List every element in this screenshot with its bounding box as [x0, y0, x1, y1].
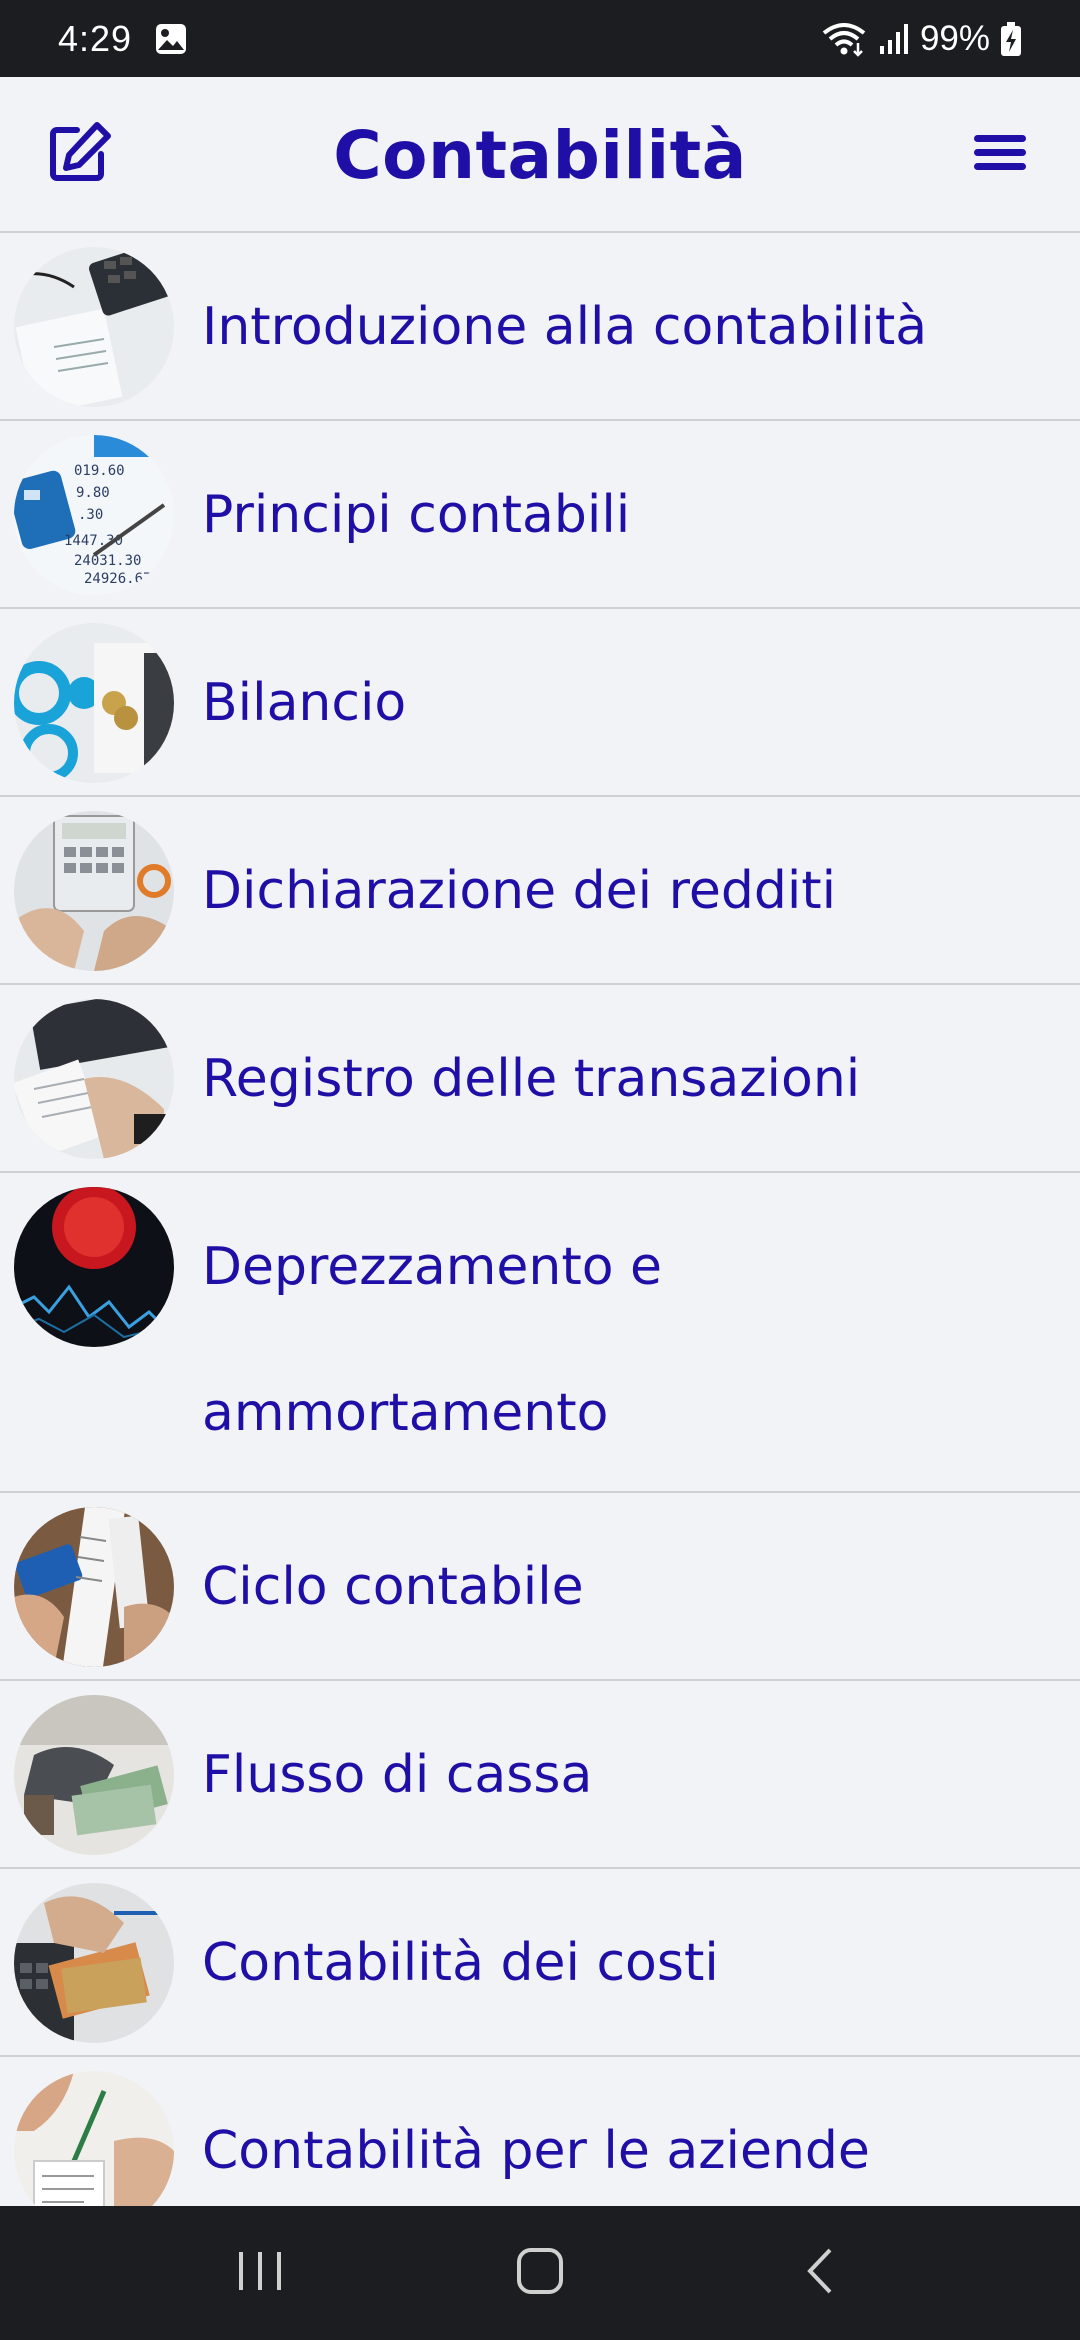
- list-item[interactable]: Deprezzamento e ammortamento: [0, 1173, 1080, 1493]
- home-button[interactable]: [480, 2223, 600, 2323]
- signal-icon: [878, 22, 910, 56]
- topic-label: Principi contabili: [202, 485, 631, 545]
- gallery-icon: [154, 22, 188, 56]
- topic-thumbnail: [14, 811, 174, 971]
- menu-button[interactable]: [940, 77, 1060, 233]
- list-item[interactable]: Dichiarazione dei redditi: [0, 797, 1080, 985]
- topic-label: Registro delle transazioni: [202, 1049, 861, 1109]
- topic-label: Deprezzamento e ammortamento: [202, 1237, 663, 1443]
- svg-text:019.60: 019.60: [74, 463, 125, 479]
- list-item[interactable]: Registro delle transazioni: [0, 985, 1080, 1173]
- topic-thumbnail: [14, 1187, 174, 1347]
- list-item[interactable]: Introduzione alla contabilità: [0, 233, 1080, 421]
- topic-thumbnail: [14, 623, 174, 783]
- menu-icon: [972, 131, 1028, 179]
- edit-icon: [47, 120, 113, 190]
- topic-label: Ciclo contabile: [202, 1557, 584, 1617]
- page-title: Contabilità: [333, 116, 747, 194]
- battery-charging-icon: [1000, 21, 1022, 57]
- list-item[interactable]: Bilancio: [0, 609, 1080, 797]
- svg-text:24031.30: 24031.30: [74, 553, 141, 569]
- topic-label: Contabilità dei costi: [202, 1933, 719, 1993]
- list-item[interactable]: Ciclo contabile: [0, 1493, 1080, 1681]
- topic-label: Introduzione alla contabilità: [202, 297, 928, 357]
- status-bar: 4:29 99%: [0, 0, 1080, 77]
- back-icon: [800, 2246, 840, 2300]
- back-button[interactable]: [760, 2223, 880, 2323]
- topic-list: Introduzione alla contabilità 019.60 9.80…: [0, 233, 1080, 2206]
- svg-text:.30: .30: [78, 507, 103, 523]
- list-item[interactable]: 019.60 9.80.30 1447.30 24031.30 24926.67 Pr…: [0, 421, 1080, 609]
- topic-thumbnail: 019.60 9.80.30 1447.30 24031.30 24926.67: [14, 435, 174, 595]
- list-item[interactable]: Flusso di cassa: [0, 1681, 1080, 1869]
- home-icon: [515, 2246, 565, 2300]
- topic-thumbnail: [14, 1507, 174, 1667]
- topic-label: Flusso di cassa: [202, 1745, 593, 1805]
- topic-thumbnail: [14, 1695, 174, 1855]
- recent-apps-button[interactable]: [200, 2223, 320, 2323]
- topic-label: Dichiarazione dei redditi: [202, 861, 837, 921]
- topic-thumbnail: [14, 2071, 174, 2206]
- list-item[interactable]: Contabilità dei costi: [0, 1869, 1080, 2057]
- recent-apps-icon: [235, 2248, 285, 2298]
- status-time: 4:29: [58, 17, 133, 59]
- topic-label: Contabilità per le aziende: [202, 2121, 870, 2181]
- list-item[interactable]: Contabilità per le aziende: [0, 2057, 1080, 2206]
- battery-percent: 99%: [919, 18, 990, 58]
- svg-text:24926.67: 24926.67: [84, 571, 151, 587]
- topic-thumbnail: [14, 999, 174, 1159]
- wifi-icon: [820, 21, 868, 57]
- svg-text:9.80: 9.80: [76, 485, 110, 501]
- navigation-bar: [0, 2206, 1080, 2340]
- topic-label: Bilancio: [202, 673, 407, 733]
- edit-button[interactable]: [20, 77, 140, 233]
- topic-thumbnail: [14, 247, 174, 407]
- app-header: Contabilità: [0, 77, 1080, 233]
- topic-thumbnail: [14, 1883, 174, 2043]
